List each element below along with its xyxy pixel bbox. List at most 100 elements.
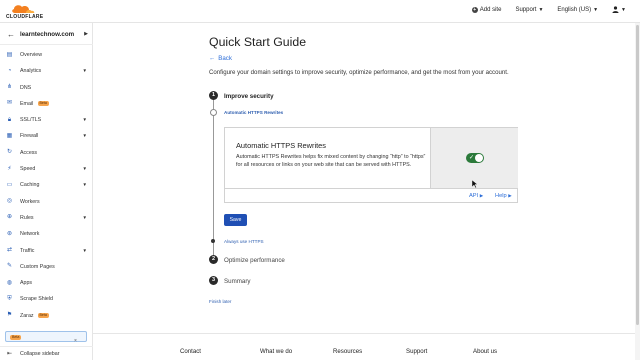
site-selector[interactable]: ← learntechnow.com ▶	[0, 26, 93, 45]
setting-description: Automatic HTTPS Rewrites helps fix mixed…	[236, 154, 426, 169]
sidebar-item-rules[interactable]: ⊕ Rules ▼	[0, 210, 93, 226]
step-2-title[interactable]: Optimize performance	[224, 257, 285, 264]
substep-dot	[211, 239, 215, 243]
footer-what-we-do[interactable]: What we do	[260, 348, 292, 355]
substep-indicator	[210, 109, 217, 116]
main-content: Quick Start Guide ← Back Configure your …	[93, 23, 640, 360]
cloudflare-logo[interactable]: CLOUDFLARE	[6, 3, 46, 20]
sidebar-item-label: DNS	[20, 84, 32, 91]
step-2-number: 2	[209, 255, 218, 264]
finish-later-link[interactable]: Finish later	[209, 299, 231, 304]
sidebar-item-custom-pages[interactable]: ✎ Custom Pages	[0, 259, 93, 275]
footer-contact[interactable]: Contact	[180, 348, 201, 355]
sidebar-item-label: Apps	[20, 280, 33, 287]
access-icon: ↻	[6, 149, 13, 156]
site-name: learntechnow.com	[20, 31, 75, 38]
zaraz-icon: ⚑	[6, 312, 13, 319]
sidebar-item-caching[interactable]: ▭ Caching ▼	[0, 177, 93, 193]
sidebar-item-label: Workers	[20, 198, 40, 205]
sidebar-item-firewall[interactable]: ▦ Firewall ▼	[0, 128, 93, 144]
caching-icon: ▭	[6, 181, 13, 188]
sidebar-item-label: Email	[20, 100, 34, 107]
beta-badge: Beta	[10, 335, 22, 340]
caret-down-icon: ▼	[593, 6, 599, 13]
sidebar-item-zaraz[interactable]: ⚑ Zaraz Beta	[0, 308, 93, 324]
sidebar-item-email[interactable]: ✉ Email Beta	[0, 96, 93, 112]
setting-control-panel: ✓	[430, 128, 518, 188]
beta-badge: Beta	[37, 312, 49, 318]
setting-title: Automatic HTTPS Rewrites	[236, 141, 326, 150]
substep-active-title[interactable]: Automatic HTTPS Rewrites	[224, 110, 283, 115]
support-dropdown[interactable]: Support ▼	[515, 7, 543, 13]
back-link[interactable]: ← Back	[209, 55, 232, 62]
sidebar-item-analytics[interactable]: ◔ Analytics ▼	[0, 63, 93, 79]
language-dropdown[interactable]: English (US) ▼	[557, 7, 598, 13]
api-link[interactable]: API ▶	[469, 193, 483, 199]
sidebar-item-network[interactable]: ⊛ Network	[0, 226, 93, 242]
step-3-number: 3	[209, 276, 218, 285]
footer-about-us[interactable]: About us	[473, 348, 497, 355]
sidebar-item-scrape-shield[interactable]: ⛨ Scrape Shield	[0, 291, 93, 307]
save-button[interactable]: Save	[224, 214, 247, 226]
sidebar-item-label: Access	[20, 149, 38, 156]
caret-down-icon: ▼	[82, 68, 87, 74]
scrollbar-thumb[interactable]	[636, 25, 639, 325]
sidebar-item-access[interactable]: ↻ Access	[0, 145, 93, 161]
steps-timeline	[213, 95, 214, 263]
caret-down-icon: ▼	[82, 214, 87, 220]
back-label: Back	[218, 55, 232, 62]
sidebar-item-label: Analytics	[20, 68, 42, 75]
https-rewrites-toggle[interactable]: ✓	[466, 153, 484, 163]
sidebar-item-ssl-tls[interactable]: 🔒︎ SSL/TLS ▼	[0, 112, 93, 128]
sidebar-item-traffic[interactable]: ⇄ Traffic ▼	[0, 243, 93, 259]
firewall-icon: ▦	[6, 132, 13, 139]
footer-resources[interactable]: Resources	[333, 348, 362, 355]
sidebar-item-apps[interactable]: ◍ Apps	[0, 275, 93, 291]
close-icon[interactable]: ×	[74, 338, 88, 344]
sidebar-item-label: Traffic	[20, 247, 35, 254]
user-icon	[612, 6, 619, 13]
setting-card-footer: API ▶ Help ▶	[225, 188, 517, 203]
mouse-cursor-icon	[472, 180, 478, 188]
caret-down-icon: ▼	[82, 182, 87, 188]
step-1-title[interactable]: Improve security	[224, 93, 274, 100]
footer-support[interactable]: Support	[406, 348, 427, 355]
substep-next-link[interactable]: Always use HTTPS	[224, 239, 264, 244]
step-1-number: 1	[209, 91, 218, 100]
sidebar-item-speed[interactable]: ⚡︎ Speed ▼	[0, 161, 93, 177]
caret-down-icon: ▼	[82, 133, 87, 139]
sidebar: ← learntechnow.com ▶ ▤ Overview ◔ Analytics…	[0, 23, 93, 360]
sidebar-item-dns[interactable]: ⋔ DNS	[0, 80, 93, 96]
sidebar-item-workers[interactable]: ◎ Workers	[0, 194, 93, 210]
sidebar-item-label: SSL/TLS	[20, 117, 42, 124]
caret-right-icon: ▶	[479, 193, 484, 198]
sidebar-item-overview[interactable]: ▤ Overview	[0, 47, 93, 63]
caret-down-icon: ▼	[538, 6, 544, 13]
sidebar-nav: ▤ Overview ◔ Analytics ▼ ⋔ DNS ✉ Email Beta 🔒︎ SSL/…	[0, 47, 93, 324]
back-arrow-icon[interactable]: ←	[7, 30, 15, 39]
page-title: Quick Start Guide	[209, 35, 307, 49]
collapse-arrow-icon: ⇤	[7, 351, 13, 357]
lock-icon: 🔒︎	[7, 116, 12, 123]
sidebar-item-label: Custom Pages	[20, 263, 55, 270]
plus-icon: +	[471, 6, 478, 13]
custom-pages-icon: ✎	[6, 263, 13, 270]
page-scrollbar[interactable]	[635, 23, 640, 360]
network-icon: ⊛	[6, 230, 13, 237]
sidebar-item-label: Caching	[20, 182, 40, 189]
add-site-label: Add site	[479, 6, 502, 13]
beta-badge: Beta	[37, 100, 49, 106]
step-3-title[interactable]: Summary	[224, 278, 250, 285]
traffic-icon: ⇄	[6, 247, 13, 254]
toggle-knob	[475, 154, 483, 162]
workers-icon: ◎	[6, 198, 13, 205]
analytics-icon: ◔	[7, 67, 12, 74]
collapse-sidebar-button[interactable]: ⇤ Collapse sidebar	[0, 346, 93, 360]
setting-card-body: Automatic HTTPS Rewrites Automatic HTTPS…	[225, 128, 431, 188]
language-label: English (US)	[557, 6, 592, 13]
user-menu[interactable]: ▼	[612, 6, 626, 13]
cloud-logo-icon	[12, 5, 35, 13]
add-site-button[interactable]: + Add site	[471, 6, 502, 13]
dns-icon: ⋔	[6, 84, 13, 91]
help-link[interactable]: Help ▶	[495, 193, 512, 199]
